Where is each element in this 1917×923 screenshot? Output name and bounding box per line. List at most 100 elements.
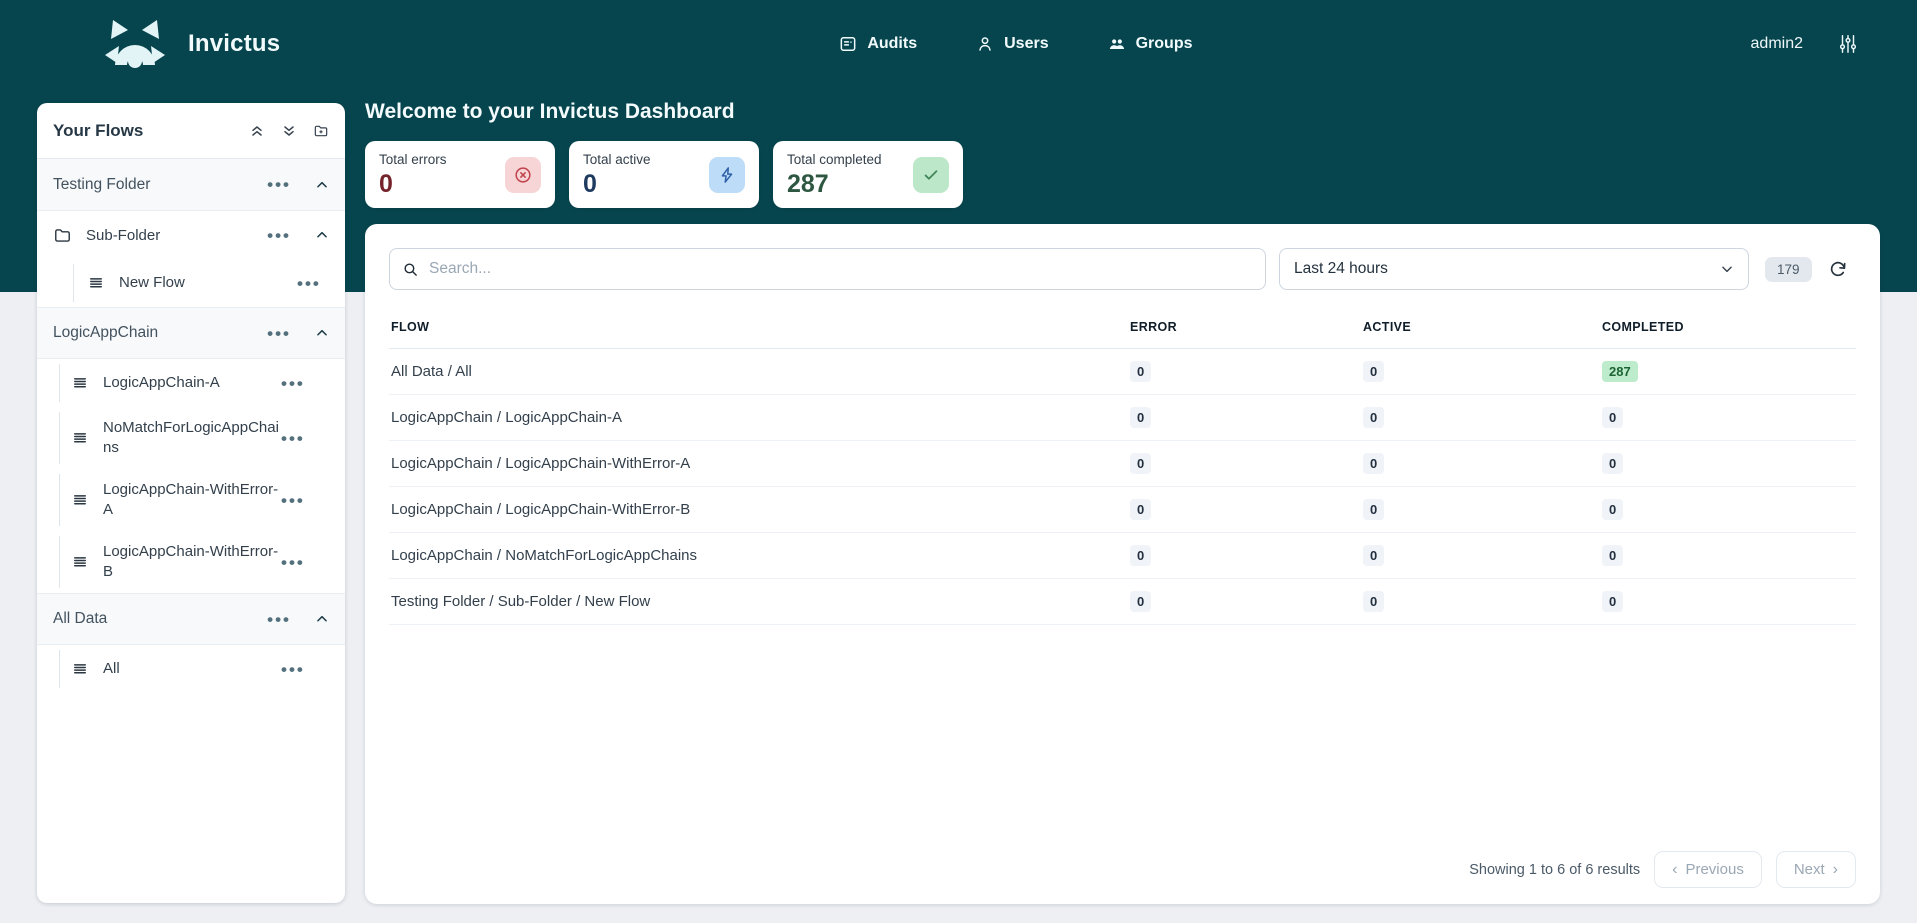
flow-cell: LogicAppChain / LogicAppChain-A — [389, 395, 1128, 441]
nav-item-groups[interactable]: Groups — [1107, 34, 1193, 54]
stats-row: Total errors 0 Total active 0 Total comp… — [365, 141, 1880, 208]
sidebar-section-logicappchain[interactable]: LogicAppChain ••• — [37, 307, 345, 359]
nav-item-audits[interactable]: Audits — [838, 34, 917, 54]
previous-page-button[interactable]: ‹ Previous — [1654, 851, 1762, 888]
sidebar-section-testing-folder[interactable]: Testing Folder ••• — [37, 159, 345, 211]
nav-item-users[interactable]: Users — [975, 34, 1048, 54]
column-header-error: ERROR — [1128, 310, 1361, 349]
table-header-row: FLOW ERROR ACTIVE COMPLETED — [389, 310, 1856, 349]
chevron-up-icon[interactable] — [315, 326, 329, 340]
next-page-button[interactable]: Next › — [1776, 851, 1856, 888]
nav-item-label: Groups — [1136, 35, 1193, 53]
sidebar-flow-logicappchain-witherror-a[interactable]: LogicAppChain-WithError-A ••• — [37, 469, 345, 531]
pagination: Showing 1 to 6 of 6 results ‹ Previous N… — [1469, 851, 1856, 888]
chevron-up-icon[interactable] — [315, 228, 329, 242]
flow-cell: Testing Folder / Sub-Folder / New Flow — [389, 579, 1128, 625]
table-row[interactable]: LogicAppChain / LogicAppChain-WithError-… — [389, 441, 1856, 487]
collapse-all-icon[interactable] — [249, 123, 265, 139]
search-icon — [402, 261, 419, 278]
active-cell: 0 — [1361, 441, 1600, 487]
nav-item-label: Users — [1004, 35, 1048, 53]
invictus-logo-icon — [100, 18, 170, 70]
bolt-icon — [709, 157, 745, 193]
chevron-up-icon[interactable] — [315, 178, 329, 192]
table-row[interactable]: Testing Folder / Sub-Folder / New Flow 0… — [389, 579, 1856, 625]
sidebar-flow-logicappchain-witherror-b[interactable]: LogicAppChain-WithError-B ••• — [37, 531, 345, 593]
current-user[interactable]: admin2 — [1751, 35, 1803, 53]
check-icon — [913, 157, 949, 193]
settings-sliders-icon[interactable] — [1837, 33, 1859, 55]
error-cell: 0 — [1128, 487, 1361, 533]
more-options-icon[interactable]: ••• — [279, 375, 307, 392]
active-cell: 0 — [1361, 349, 1600, 395]
sidebar-folder-sub-folder[interactable]: Sub-Folder ••• — [37, 211, 345, 259]
flow-label: All — [103, 659, 279, 679]
sidebar-flow-nomatchforlogicappchains[interactable]: NoMatchForLogicAppChains ••• — [37, 407, 345, 469]
stat-value: 0 — [583, 170, 651, 199]
active-cell: 0 — [1361, 395, 1600, 441]
more-options-icon[interactable]: ••• — [295, 275, 323, 292]
sidebar-header: Your Flows — [37, 103, 345, 159]
time-range-value: Last 24 hours — [1294, 260, 1720, 278]
more-options-icon[interactable]: ••• — [279, 554, 307, 571]
flow-cell: LogicAppChain / LogicAppChain-WithError-… — [389, 441, 1128, 487]
stat-label: Total errors — [379, 152, 447, 167]
stat-card-total-active: Total active 0 — [569, 141, 759, 208]
completed-cell: 0 — [1600, 533, 1856, 579]
more-options-icon[interactable]: ••• — [265, 325, 293, 342]
error-cell: 0 — [1128, 395, 1361, 441]
active-cell: 0 — [1361, 487, 1600, 533]
time-range-select[interactable]: Last 24 hours — [1279, 248, 1749, 290]
sidebar-flow-logicappchain-a[interactable]: LogicAppChain-A ••• — [37, 359, 345, 407]
brand: Invictus — [100, 18, 280, 70]
page-title: Welcome to your Invictus Dashboard — [365, 100, 1880, 124]
more-options-icon[interactable]: ••• — [279, 661, 307, 678]
stat-value: 287 — [787, 170, 882, 199]
column-header-flow: FLOW — [389, 310, 1128, 349]
stat-label: Total active — [583, 152, 651, 167]
search-input[interactable] — [429, 260, 1253, 278]
flow-icon — [71, 374, 89, 392]
top-right: admin2 — [1751, 33, 1859, 55]
flow-icon — [71, 660, 89, 678]
error-cell: 0 — [1128, 441, 1361, 487]
table-toolbar: Last 24 hours 179 — [389, 248, 1856, 290]
flow-icon — [71, 491, 89, 509]
completed-cell: 0 — [1600, 579, 1856, 625]
stat-value: 0 — [379, 170, 447, 199]
more-options-icon[interactable]: ••• — [265, 227, 293, 244]
section-label: LogicAppChain — [53, 324, 265, 342]
more-options-icon[interactable]: ••• — [279, 430, 307, 447]
flow-label: LogicAppChain-WithError-B — [103, 542, 279, 583]
column-header-completed: COMPLETED — [1600, 310, 1856, 349]
refresh-icon[interactable] — [1828, 259, 1848, 279]
nav-item-label: Audits — [867, 35, 917, 53]
search-box — [389, 248, 1266, 290]
sidebar-flow-new-flow[interactable]: New Flow ••• — [37, 259, 345, 307]
stat-card-total-errors: Total errors 0 — [365, 141, 555, 208]
flow-cell: LogicAppChain / LogicAppChain-WithError-… — [389, 487, 1128, 533]
more-options-icon[interactable]: ••• — [265, 611, 293, 628]
folder-label: Sub-Folder — [86, 227, 265, 244]
table-row[interactable]: LogicAppChain / LogicAppChain-WithError-… — [389, 487, 1856, 533]
flow-label: New Flow — [119, 273, 295, 293]
more-options-icon[interactable]: ••• — [279, 492, 307, 509]
sidebar-flow-all[interactable]: All ••• — [37, 645, 345, 693]
top-bar: Invictus Audits Users Groups admin2 — [0, 0, 1917, 88]
table-row[interactable]: LogicAppChain / NoMatchForLogicAppChains… — [389, 533, 1856, 579]
folder-icon — [53, 226, 72, 245]
chevron-up-icon[interactable] — [315, 612, 329, 626]
table-row[interactable]: All Data / All 0 0 287 — [389, 349, 1856, 395]
more-options-icon[interactable]: ••• — [265, 176, 293, 193]
table-row[interactable]: LogicAppChain / LogicAppChain-A 0 0 0 — [389, 395, 1856, 441]
results-summary: Showing 1 to 6 of 6 results — [1469, 862, 1640, 878]
expand-all-icon[interactable] — [281, 123, 297, 139]
new-folder-icon[interactable] — [313, 123, 329, 139]
audits-icon — [838, 34, 858, 54]
sidebar-section-all-data[interactable]: All Data ••• — [37, 593, 345, 645]
column-header-active: ACTIVE — [1361, 310, 1600, 349]
flow-cell: LogicAppChain / NoMatchForLogicAppChains — [389, 533, 1128, 579]
error-cell: 0 — [1128, 579, 1361, 625]
refresh-countdown-badge: 179 — [1765, 257, 1812, 282]
completed-cell: 0 — [1600, 395, 1856, 441]
